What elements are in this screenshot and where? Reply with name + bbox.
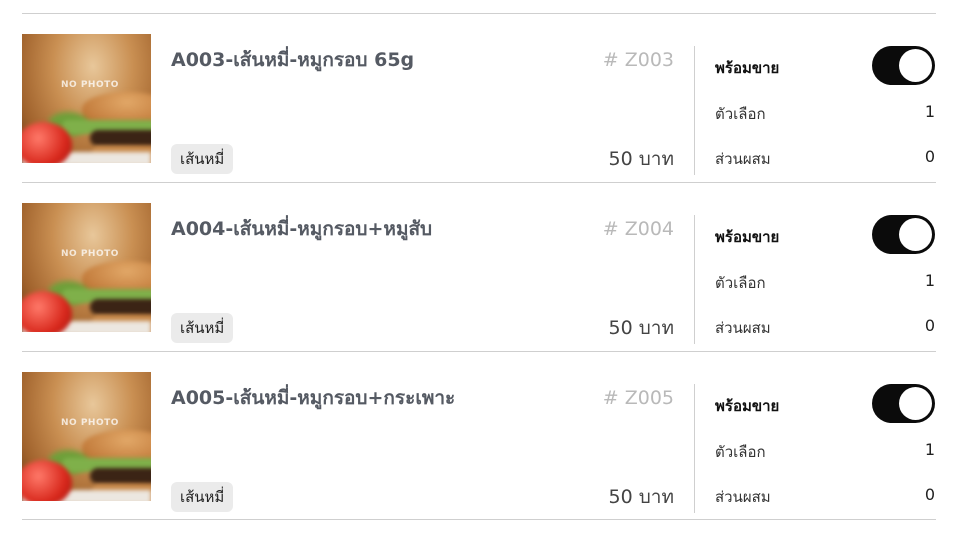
column-divider bbox=[694, 215, 695, 344]
product-price: 50 บาท bbox=[608, 148, 674, 170]
product-code: # Z003 bbox=[602, 49, 674, 71]
options-count: 1 bbox=[924, 102, 935, 121]
options-label: ตัวเลือก bbox=[715, 105, 766, 123]
product-code: # Z004 bbox=[602, 218, 674, 240]
no-photo-label: NO PHOTO bbox=[61, 418, 119, 428]
ready-to-sell-toggle[interactable] bbox=[872, 46, 935, 85]
toggle-knob bbox=[899, 387, 932, 420]
ready-to-sell-toggle[interactable] bbox=[872, 384, 935, 423]
product-row[interactable]: NO PHOTO A005-เส้นหมี่-หมูกรอบ+กระเพาะ #… bbox=[0, 351, 960, 519]
category-tag: เส้นหมี่ bbox=[171, 482, 234, 512]
product-row[interactable]: NO PHOTO A004-เส้นหมี่-หมูกรอบ+หมูสับ # … bbox=[0, 182, 960, 350]
product-thumbnail[interactable]: NO PHOTO bbox=[22, 372, 151, 501]
ingredients-label: ส่วนผสม bbox=[715, 150, 771, 168]
product-price: 50 บาท bbox=[608, 317, 674, 339]
ready-to-sell-label: พร้อมขาย bbox=[715, 59, 780, 77]
product-title[interactable]: A004-เส้นหมี่-หมูกรอบ+หมูสับ bbox=[171, 214, 591, 244]
category-tag: เส้นหมี่ bbox=[171, 144, 234, 174]
product-title[interactable]: A005-เส้นหมี่-หมูกรอบ+กระเพาะ bbox=[171, 383, 591, 413]
toggle-knob bbox=[899, 49, 932, 82]
ingredients-label: ส่วนผสม bbox=[715, 488, 771, 506]
ingredients-count: 0 bbox=[924, 485, 935, 504]
no-photo-label: NO PHOTO bbox=[61, 249, 119, 259]
column-divider bbox=[694, 384, 695, 513]
product-code: # Z005 bbox=[602, 387, 674, 409]
ready-to-sell-label: พร้อมขาย bbox=[715, 228, 780, 246]
toggle-knob bbox=[899, 218, 932, 251]
category-tag: เส้นหมี่ bbox=[171, 313, 234, 343]
product-row[interactable]: NO PHOTO A003-เส้นหมี่-หมูกรอบ 65g # Z00… bbox=[0, 13, 960, 181]
row-divider bbox=[22, 519, 936, 520]
product-thumbnail[interactable]: NO PHOTO bbox=[22, 34, 151, 163]
product-thumbnail[interactable]: NO PHOTO bbox=[22, 203, 151, 332]
product-title[interactable]: A003-เส้นหมี่-หมูกรอบ 65g bbox=[171, 45, 591, 75]
ingredients-count: 0 bbox=[924, 147, 935, 166]
no-photo-label: NO PHOTO bbox=[61, 80, 119, 90]
product-list: NO PHOTO A003-เส้นหมี่-หมูกรอบ 65g # Z00… bbox=[0, 0, 960, 540]
product-price: 50 บาท bbox=[608, 486, 674, 508]
ingredients-count: 0 bbox=[924, 316, 935, 335]
options-count: 1 bbox=[924, 271, 935, 290]
ready-to-sell-toggle[interactable] bbox=[872, 215, 935, 254]
options-count: 1 bbox=[924, 440, 935, 459]
ingredients-label: ส่วนผสม bbox=[715, 319, 771, 337]
ready-to-sell-label: พร้อมขาย bbox=[715, 397, 780, 415]
options-label: ตัวเลือก bbox=[715, 443, 766, 461]
column-divider bbox=[694, 46, 695, 175]
options-label: ตัวเลือก bbox=[715, 274, 766, 292]
